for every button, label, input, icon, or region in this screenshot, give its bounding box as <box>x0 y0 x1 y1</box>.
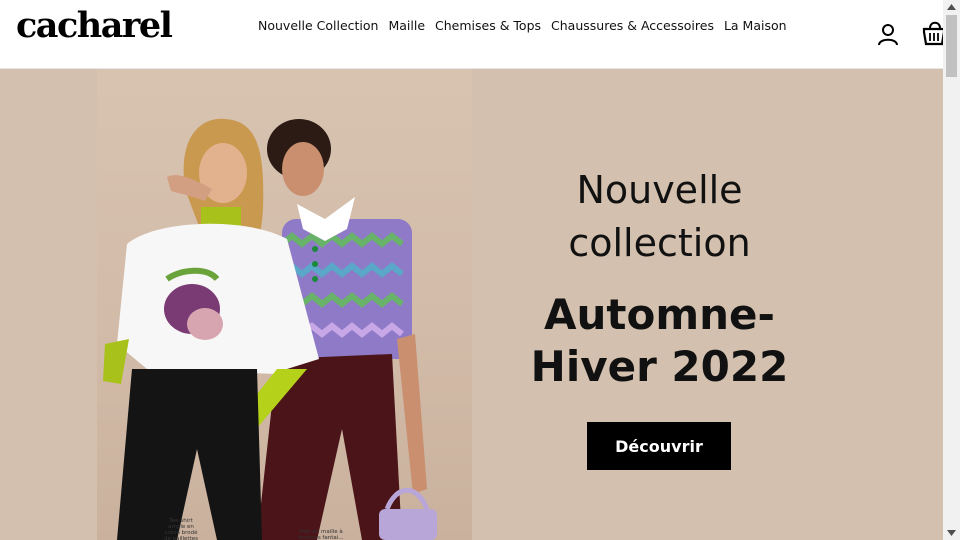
hero-text-panel: Nouvelle collection Automne- Hiver 2022 … <box>472 69 943 540</box>
hero-banner: Tee-shirt ample en coton brodé de paille… <box>0 69 943 540</box>
basket-icon[interactable] <box>922 18 944 48</box>
scroll-up-arrow-icon[interactable] <box>943 0 960 14</box>
models-illustration <box>103 118 437 540</box>
page-scrollbar[interactable] <box>943 0 960 540</box>
hero-subtitle-line1: Nouvelle <box>576 168 743 212</box>
discover-button[interactable]: Découvrir <box>587 422 731 470</box>
user-icon[interactable] <box>876 22 900 46</box>
hero-subtitle-line2: collection <box>568 221 751 265</box>
nav-item-chemises-tops[interactable]: Chemises & Tops <box>435 18 541 33</box>
nav-item-maille[interactable]: Maille <box>388 18 425 33</box>
nav-item-la-maison[interactable]: La Maison <box>724 18 787 33</box>
scrollbar-thumb[interactable] <box>946 15 957 77</box>
scroll-down-arrow-icon[interactable] <box>943 526 960 540</box>
hero-title-line2: Hiver 2022 <box>530 342 789 391</box>
product-caption-polo: Polo en maille à boutons fantai... <box>298 529 344 540</box>
hero-title: Automne- Hiver 2022 <box>472 289 847 393</box>
hero-subtitle: Nouvelle collection <box>472 164 847 270</box>
product-caption-tshirt: Tee-shirt ample en coton brodé de paille… <box>163 518 198 540</box>
site-header: cacharel Nouvelle Collection Maille Chem… <box>0 0 944 69</box>
hero-photo-models[interactable]: Tee-shirt ample en coton brodé de paille… <box>97 69 472 540</box>
main-nav: Nouvelle Collection Maille Chemises & To… <box>258 18 787 33</box>
hero-title-line1: Automne- <box>544 290 775 339</box>
nav-item-nouvelle-collection[interactable]: Nouvelle Collection <box>258 18 378 33</box>
nav-item-chaussures-accessoires[interactable]: Chaussures & Accessoires <box>551 18 714 33</box>
brand-logo[interactable]: cacharel <box>16 4 173 48</box>
